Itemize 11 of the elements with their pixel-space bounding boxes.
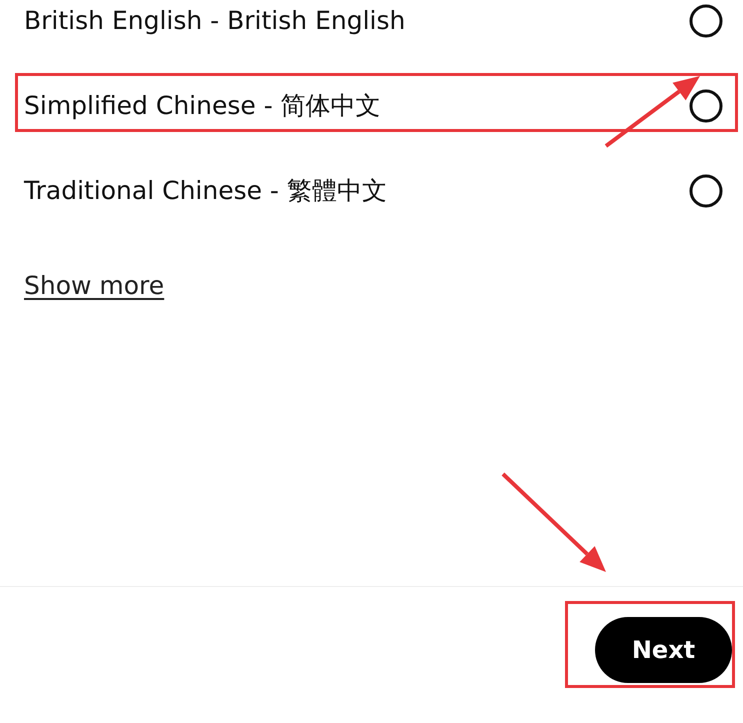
radio-button[interactable] [689,4,723,38]
language-option[interactable]: Simplified Chinese - 简体中文 [0,63,743,148]
language-option[interactable]: British English - British English [0,0,743,63]
radio-button[interactable] [689,88,723,122]
language-label: British English - British English [24,6,406,35]
language-label: Traditional Chinese - 繁體中文 [24,175,387,207]
show-more-link[interactable]: Show more [24,271,164,300]
next-button[interactable]: Next [595,616,732,682]
language-label: Simplified Chinese - 简体中文 [24,90,381,122]
language-option[interactable]: Traditional Chinese - 繁體中文 [0,148,743,233]
radio-button[interactable] [689,174,723,208]
